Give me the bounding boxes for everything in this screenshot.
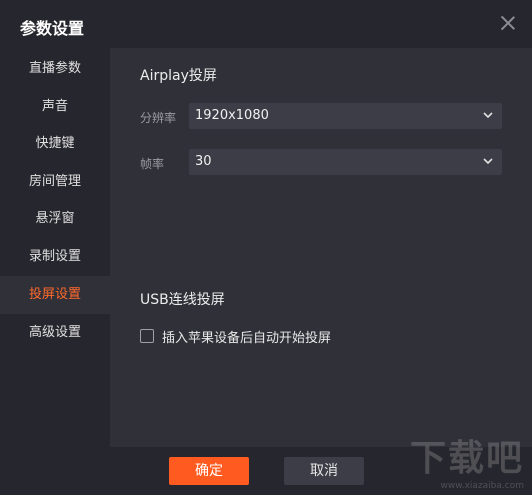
auto-start-checkbox[interactable] (140, 329, 154, 343)
sidebar-item-live-params[interactable]: 直播参数 (0, 50, 110, 88)
sidebar-item-screen-cast[interactable]: 投屏设置 (0, 276, 110, 314)
watermark-url: www.xiazaiba.com (440, 481, 524, 491)
framerate-value: 30 (195, 154, 212, 169)
window-title: 参数设置 (20, 19, 85, 38)
sidebar-item-hotkeys[interactable]: 快捷键 (0, 125, 110, 163)
chevron-down-icon (483, 158, 493, 165)
resolution-value: 1920x1080 (195, 108, 269, 123)
chevron-down-icon (483, 112, 493, 119)
title-bar: 参数设置 (0, 0, 532, 48)
airplay-section-title: Airplay投屏 (140, 68, 217, 84)
usb-section-title: USB连线投屏 (140, 292, 225, 308)
watermark-text: 下载吧 (409, 438, 524, 479)
sidebar-item-audio[interactable]: 声音 (0, 88, 110, 126)
settings-sidebar: 直播参数 声音 快捷键 房间管理 悬浮窗 录制设置 投屏设置 高级设置 (0, 48, 110, 447)
close-icon[interactable] (498, 13, 518, 33)
sidebar-item-recording[interactable]: 录制设置 (0, 238, 110, 276)
auto-start-label[interactable]: 插入苹果设备后自动开始投屏 (162, 327, 331, 346)
sidebar-item-advanced[interactable]: 高级设置 (0, 314, 110, 352)
framerate-label: 帧率 (140, 157, 165, 171)
settings-content-panel: Airplay投屏 分辨率 1920x1080 帧率 30 USB连线投屏 插入… (110, 48, 532, 447)
confirm-button[interactable]: 确定 (169, 457, 249, 485)
watermark-logo: 下载吧 www.xiazaiba.com (410, 429, 524, 491)
sidebar-item-room-management[interactable]: 房间管理 (0, 163, 110, 201)
framerate-select[interactable]: 30 (189, 149, 502, 175)
cancel-button[interactable]: 取消 (284, 457, 364, 485)
resolution-select[interactable]: 1920x1080 (189, 103, 502, 129)
sidebar-item-floating-window[interactable]: 悬浮窗 (0, 200, 110, 238)
resolution-label: 分辨率 (140, 111, 177, 125)
